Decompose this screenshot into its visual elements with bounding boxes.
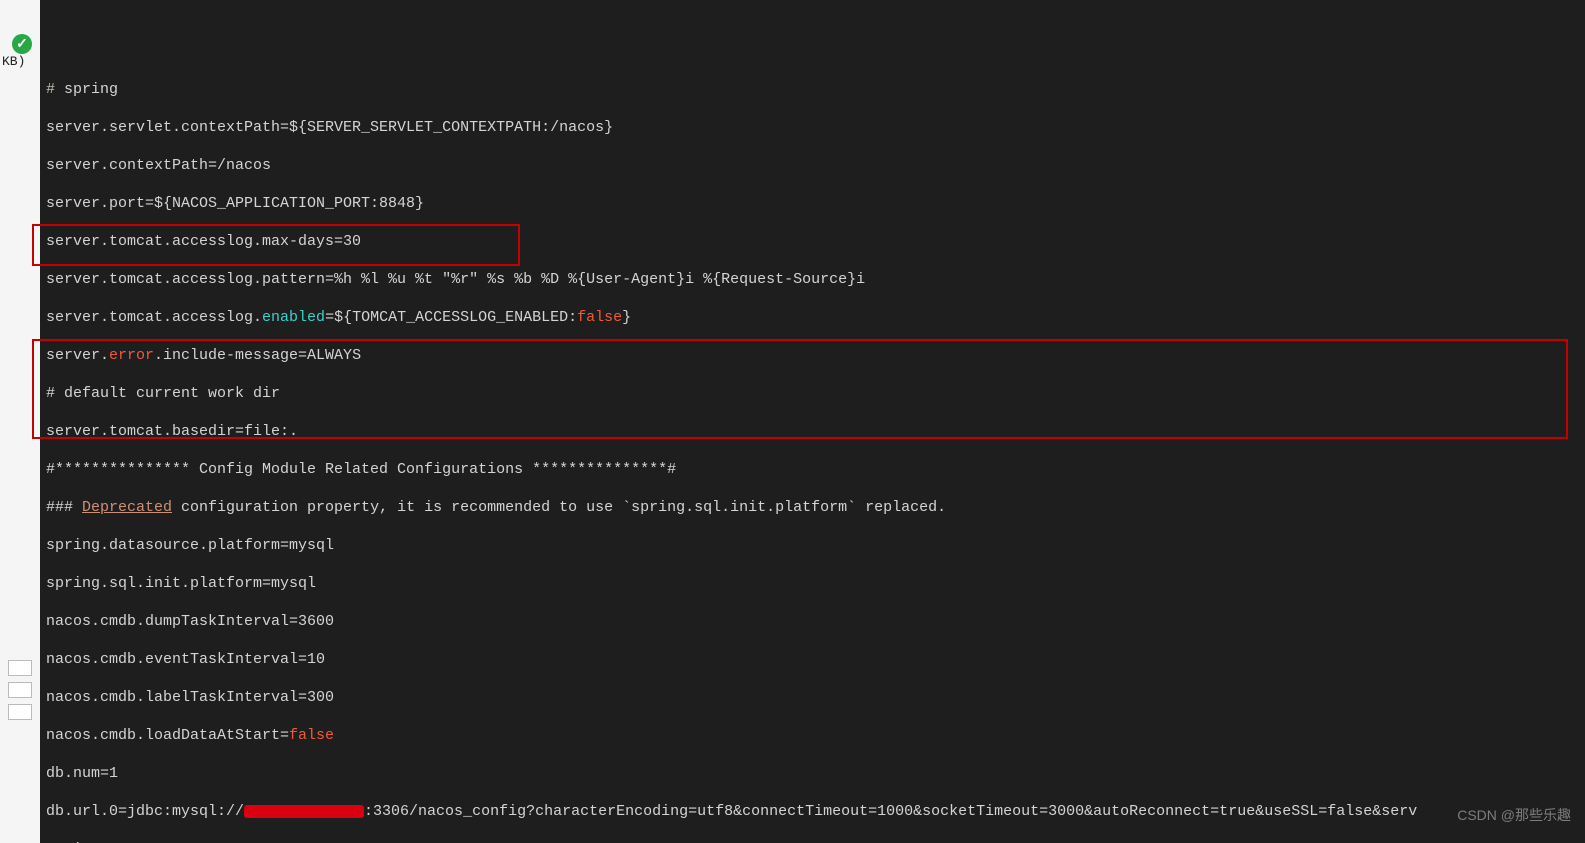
gutter-kb-label: KB) — [2, 54, 25, 69]
code-line: nacos.cmdb.eventTaskInterval=10 — [46, 650, 1579, 669]
code-line: db.num=1 — [46, 764, 1579, 783]
code-line: server.servlet.contextPath=${SERVER_SERV… — [46, 118, 1579, 137]
code-line: server.port=${NACOS_APPLICATION_PORT:884… — [46, 194, 1579, 213]
gutter-bars — [8, 660, 32, 720]
redacted-host — [244, 805, 364, 818]
code-line: spring.sql.init.platform=mysql — [46, 574, 1579, 593]
code-line: spring.datasource.platform=mysql — [46, 536, 1579, 555]
code-viewport[interactable]: # spring server.servlet.contextPath=${SE… — [40, 0, 1585, 843]
code-line: nacos.cmdb.dumpTaskInterval=3600 — [46, 612, 1579, 631]
code-line: server.contextPath=/nacos — [46, 156, 1579, 175]
code-line: db.url.0=jdbc:mysql://:3306/nacos_config… — [46, 802, 1579, 821]
code-line: nacos.cmdb.labelTaskInterval=300 — [46, 688, 1579, 707]
code-line: server.tomcat.accesslog.max-days=30 — [46, 232, 1579, 251]
code-line: # spring — [46, 80, 1579, 99]
code-line: server.tomcat.basedir=file:. — [46, 422, 1579, 441]
code-line: #*************** Config Module Related C… — [46, 460, 1579, 479]
gutter-bar-icon — [8, 682, 32, 698]
code-line: nacos.cmdb.loadDataAtStart=false — [46, 726, 1579, 745]
gutter: ✓ KB) — [0, 0, 40, 843]
code-line: # default current work dir — [46, 384, 1579, 403]
gutter-bar-icon — [8, 660, 32, 676]
code-line: server.error.include-message=ALWAYS — [46, 346, 1579, 365]
status-ok-icon: ✓ — [12, 34, 32, 54]
code-line: server.tomcat.accesslog.pattern=%h %l %u… — [46, 270, 1579, 289]
code-line: ### Deprecated configuration property, i… — [46, 498, 1579, 517]
code-line: server.tomcat.accesslog.enabled=${TOMCAT… — [46, 308, 1579, 327]
watermark: CSDN @那些乐趣 — [1457, 806, 1571, 825]
editor-root: ✓ KB) # spring server.servlet.contextPat… — [0, 0, 1585, 843]
gutter-bar-icon — [8, 704, 32, 720]
